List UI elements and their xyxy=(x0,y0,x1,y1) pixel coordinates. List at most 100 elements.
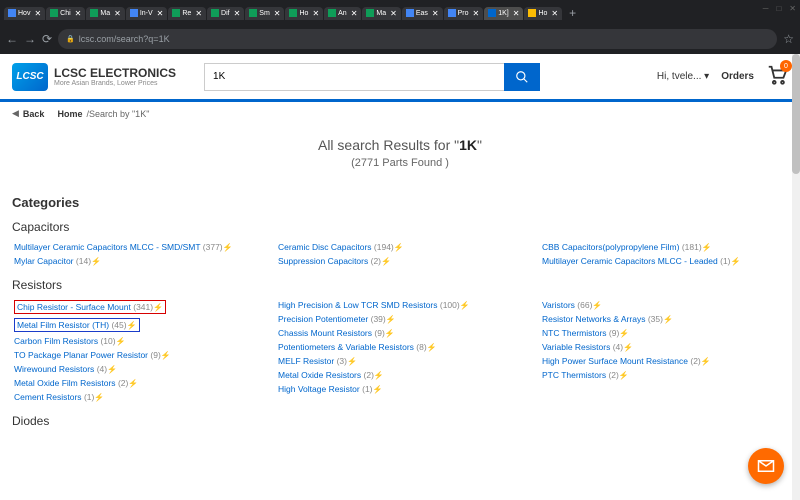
url-text: lcsc.com/search?q=1K xyxy=(79,34,170,44)
cart-button[interactable]: 0 xyxy=(766,64,788,89)
category-link[interactable]: Suppression Capacitors (2)⚡ xyxy=(276,254,524,268)
scrollbar[interactable] xyxy=(792,54,800,500)
logo[interactable]: LCSC LCSC ELECTRONICS More Asian Brands,… xyxy=(12,63,176,91)
close-icon[interactable]: ✕ xyxy=(157,9,164,18)
category-link[interactable]: Varistors (66)⚡ xyxy=(540,298,788,312)
category-label: Metal Film Resistor (TH) xyxy=(17,320,109,330)
favicon xyxy=(448,9,456,17)
close-icon[interactable]: ✕ xyxy=(75,9,82,18)
browser-tab[interactable]: In-V✕ xyxy=(126,7,168,20)
browser-tab[interactable]: Ho✕ xyxy=(524,7,562,20)
browser-tab[interactable]: An✕ xyxy=(324,7,361,20)
browser-tab[interactable]: Eas✕ xyxy=(402,7,443,20)
category-link[interactable]: Resistor Networks & Arrays (35)⚡ xyxy=(540,312,788,326)
close-icon[interactable]: ✕ xyxy=(789,4,796,13)
browser-tab[interactable]: Sm✕ xyxy=(245,7,284,20)
category-link[interactable]: Carbon Film Resistors (10)⚡ xyxy=(12,334,260,348)
category-label: Precision Potentiometer xyxy=(278,314,368,324)
close-icon[interactable]: ✕ xyxy=(34,9,41,18)
category-link[interactable]: Metal Oxide Film Resistors (2)⚡ xyxy=(12,376,260,390)
favicon xyxy=(8,9,16,17)
bolt-icon: ⚡ xyxy=(386,315,396,324)
category-count: (35) xyxy=(648,314,663,324)
browser-tab[interactable]: Pro✕ xyxy=(444,7,484,20)
browser-tab[interactable]: Ma✕ xyxy=(86,7,124,20)
close-icon[interactable]: ✕ xyxy=(312,9,319,18)
tab-title: 1K] xyxy=(498,10,509,17)
category-link[interactable]: High Voltage Resistor (1)⚡ xyxy=(276,382,524,396)
category-link[interactable]: Metal Oxide Resistors (2)⚡ xyxy=(276,368,524,382)
category-label: Multilayer Ceramic Capacitors MLCC - SMD… xyxy=(14,242,200,252)
back-button[interactable]: ← xyxy=(6,32,18,46)
chat-fab[interactable] xyxy=(748,448,784,484)
maximize-icon[interactable]: □ xyxy=(776,4,781,13)
forward-button[interactable]: → xyxy=(24,32,36,46)
close-icon[interactable]: ✕ xyxy=(274,9,281,18)
close-icon[interactable]: ✕ xyxy=(551,9,558,18)
favicon xyxy=(249,9,257,17)
orders-link[interactable]: Orders xyxy=(721,71,754,82)
reload-button[interactable]: ⟳ xyxy=(42,32,52,46)
category-link[interactable]: Ceramic Disc Capacitors (194)⚡ xyxy=(276,240,524,254)
category-link[interactable]: Metal Film Resistor (TH) (45)⚡ xyxy=(12,316,260,334)
category-link[interactable]: MELF Resistor (3)⚡ xyxy=(276,354,524,368)
bolt-icon: ⚡ xyxy=(385,329,395,338)
browser-tab[interactable]: 1K] ✕ xyxy=(484,7,523,20)
category-link[interactable]: Multilayer Ceramic Capacitors MLCC - SMD… xyxy=(12,240,260,254)
browser-tab[interactable]: Ma✕ xyxy=(362,7,400,20)
minimize-icon[interactable]: ─ xyxy=(763,4,769,13)
categories-heading: Categories xyxy=(12,195,788,210)
category-link[interactable]: Mylar Capacitor (14)⚡ xyxy=(12,254,260,268)
category-link[interactable]: High Precision & Low TCR SMD Resistors (… xyxy=(276,298,524,312)
category-count: (45) xyxy=(111,320,126,330)
category-label: MELF Resistor xyxy=(278,356,334,366)
category-link[interactable]: High Power Surface Mount Resistance (2)⚡ xyxy=(540,354,788,368)
category-link[interactable]: PTC Thermistors (2)⚡ xyxy=(540,368,788,382)
close-icon[interactable]: ✕ xyxy=(195,9,202,18)
category-link[interactable]: Variable Resistors (4)⚡ xyxy=(540,340,788,354)
category-count: (3) xyxy=(337,356,347,366)
category-link[interactable]: Multilayer Ceramic Capacitors MLCC - Lea… xyxy=(540,254,788,268)
capacitors-grid: Multilayer Ceramic Capacitors MLCC - SMD… xyxy=(12,240,788,268)
browser-tab[interactable]: Chi✕ xyxy=(46,7,85,20)
close-icon[interactable]: ✕ xyxy=(351,9,358,18)
star-icon[interactable]: ☆ xyxy=(783,32,794,46)
close-icon[interactable]: ✕ xyxy=(513,9,520,18)
category-count: (4) xyxy=(97,364,107,374)
url-bar[interactable]: 🔒 lcsc.com/search?q=1K xyxy=(58,29,777,49)
category-link[interactable]: Precision Potentiometer (39)⚡ xyxy=(276,312,524,326)
category-link[interactable]: CBB Capacitors(polypropylene Film) (181)… xyxy=(540,240,788,254)
close-icon[interactable]: ✕ xyxy=(234,9,241,18)
category-link[interactable]: Chip Resistor - Surface Mount (341)⚡ xyxy=(12,298,260,316)
browser-tab[interactable]: Ho✕ xyxy=(285,7,323,20)
favicon xyxy=(366,9,374,17)
browser-tab[interactable]: Dif✕ xyxy=(207,7,244,20)
bolt-icon: ⚡ xyxy=(223,243,233,252)
scrollbar-thumb[interactable] xyxy=(792,54,800,174)
category-link[interactable]: TO Package Planar Power Resistor (9)⚡ xyxy=(12,348,260,362)
bolt-icon: ⚡ xyxy=(128,379,138,388)
close-icon[interactable]: ✕ xyxy=(114,9,121,18)
search-button[interactable] xyxy=(504,63,540,91)
category-count: (341) xyxy=(133,302,153,312)
category-label: Wirewound Resistors xyxy=(14,364,94,374)
search-input[interactable] xyxy=(204,63,504,91)
back-link[interactable]: Back xyxy=(23,109,45,119)
bolt-icon: ⚡ xyxy=(460,301,470,310)
close-icon[interactable]: ✕ xyxy=(432,9,439,18)
home-link[interactable]: Home xyxy=(57,109,82,119)
category-link[interactable]: Potentiometers & Variable Resistors (8)⚡ xyxy=(276,340,524,354)
browser-tab[interactable]: Hov✕ xyxy=(4,7,45,20)
new-tab-button[interactable]: + xyxy=(563,6,582,20)
category-link[interactable]: Cement Resistors (1)⚡ xyxy=(12,390,260,404)
close-icon[interactable]: ✕ xyxy=(390,9,397,18)
category-link[interactable]: NTC Thermistors (9)⚡ xyxy=(540,326,788,340)
close-icon[interactable]: ✕ xyxy=(473,9,480,18)
browser-tab[interactable]: Re✕ xyxy=(168,7,206,20)
user-greeting[interactable]: Hi, tvele... ▾ xyxy=(657,71,709,82)
category-link[interactable]: Wirewound Resistors (4)⚡ xyxy=(12,362,260,376)
category-link[interactable]: Chassis Mount Resistors (9)⚡ xyxy=(276,326,524,340)
category-count: (2) xyxy=(371,256,381,266)
bolt-icon: ⚡ xyxy=(107,365,117,374)
favicon xyxy=(50,9,58,17)
